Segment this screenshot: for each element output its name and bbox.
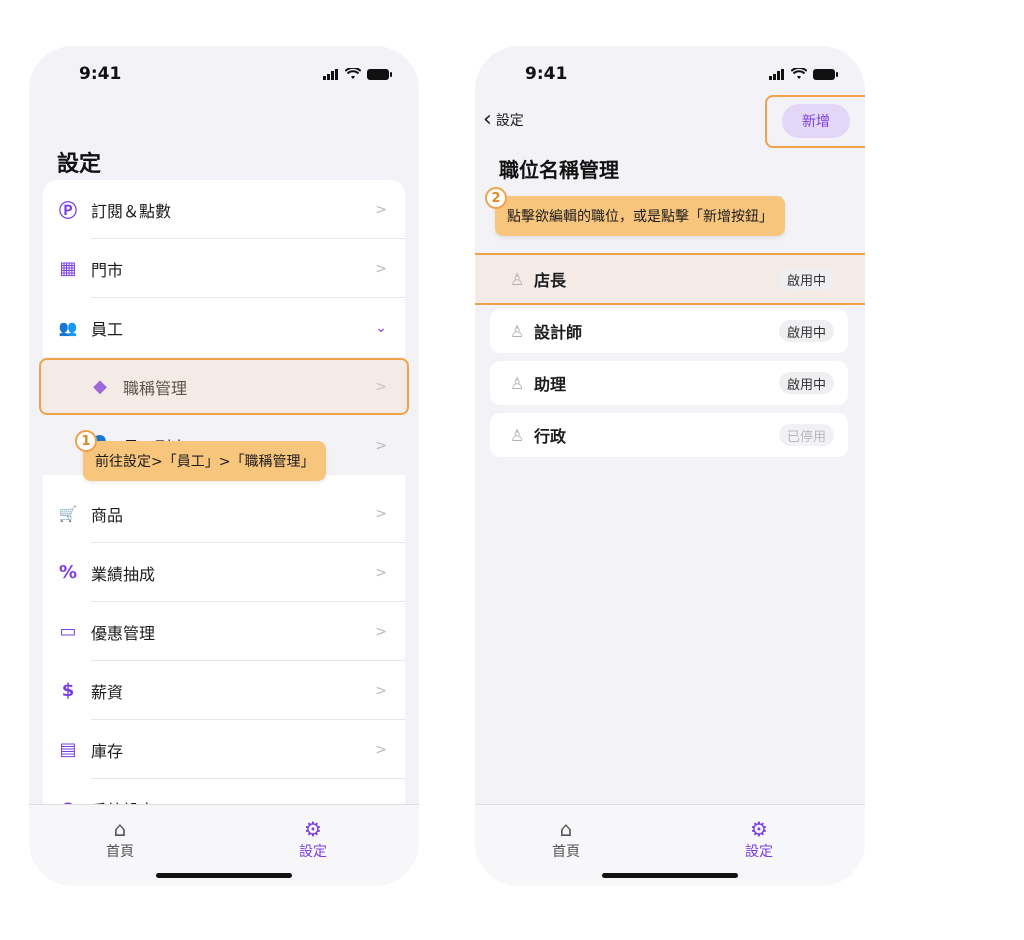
home-icon: ⌂ [559, 817, 573, 841]
job-row-designer[interactable]: ♙ 設計師 啟用中 [490, 309, 848, 353]
person-icon: ♙ [510, 425, 525, 445]
tab-bar: ⌂ 首頁 ⚙ 設定 [29, 804, 419, 886]
step-2-tooltip: 點擊欲編輯的職位，或是點擊「新增按鈕」 [495, 196, 785, 236]
settings-screen: 9:41 設定 Ⓟ 訂閱＆點數 > ▦ 門市 > 👥 員工 ⌄ ◆ 職稱管理 >… [29, 46, 419, 886]
salary-icon: $ [61, 680, 75, 701]
person-icon: ♙ [510, 269, 525, 289]
job-row-admin[interactable]: ♙ 行政 已停用 [490, 413, 848, 457]
battery-icon [813, 68, 838, 80]
settings-item-label: 薪資 [91, 682, 124, 702]
cart-icon: 🛒 [58, 504, 78, 523]
person-icon: ♙ [510, 321, 525, 341]
settings-item-label: 業績抽成 [91, 564, 156, 584]
settings-item-label: 訂閱＆點數 [91, 201, 172, 221]
status-badge: 啟用中 [778, 320, 834, 342]
chevron-right-icon: > [375, 564, 387, 581]
status-badge: 啟用中 [778, 268, 834, 290]
tab-settings[interactable]: ⚙ 設定 [719, 817, 799, 861]
percent-icon: % [58, 562, 78, 583]
ticket-icon: ▭ [59, 621, 77, 642]
add-button-highlight [765, 95, 865, 148]
job-titles-highlight [39, 358, 409, 415]
back-button[interactable]: ‹ 設定 [483, 107, 524, 132]
step-1-badge: 1 [75, 430, 97, 452]
step-1-tooltip: 前往設定>「員工」>「職稱管理」 [83, 441, 327, 481]
store-icon: ▦ [59, 258, 77, 279]
chevron-right-icon: > [375, 201, 387, 218]
step-2-badge: 2 [485, 187, 507, 209]
chevron-right-icon: > [375, 505, 387, 522]
status-badge: 啟用中 [778, 372, 834, 394]
back-label: 設定 [495, 113, 524, 129]
tab-home[interactable]: ⌂ 首頁 [80, 817, 160, 861]
settings-item-discounts[interactable]: ▭ 優惠管理 > [43, 602, 405, 661]
settings-item-products[interactable]: 🛒 商品 > [43, 484, 405, 543]
chevron-right-icon: > [375, 437, 387, 454]
wifi-icon [791, 68, 807, 79]
settings-item-store[interactable]: ▦ 門市 > [43, 239, 405, 298]
settings-item-inventory[interactable]: ▤ 庫存 > [43, 720, 405, 779]
settings-item-label: 商品 [91, 505, 124, 525]
settings-item-label: 門市 [91, 260, 124, 280]
settings-item-label: 優惠管理 [91, 623, 156, 643]
settings-item-label: 員工 [91, 319, 124, 339]
settings-item-label: 庫存 [91, 741, 124, 761]
chevron-right-icon: > [375, 741, 387, 758]
status-badge: 已停用 [778, 424, 834, 446]
status-time: 9:41 [525, 64, 568, 84]
status-bar: 9:41 [29, 46, 419, 102]
status-bar: 9:41 [475, 46, 865, 102]
chevron-right-icon: > [375, 682, 387, 699]
status-icons [323, 68, 392, 80]
chevron-left-icon: ‹ [483, 107, 492, 132]
job-row-assistant[interactable]: ♙ 助理 啟用中 [490, 361, 848, 405]
job-titles-screen: 9:41 ‹ 設定 新增 職位名稱管理 點擊欲編輯的職位，或是點擊「新增按鈕」 … [475, 46, 865, 886]
settings-list: Ⓟ 訂閱＆點數 > ▦ 門市 > 👥 員工 ⌄ ◆ 職稱管理 > 👤 員工列表 … [43, 180, 405, 886]
status-icons [769, 68, 838, 80]
chevron-down-icon: ⌄ [375, 319, 387, 336]
job-row-store-manager[interactable]: ♙ 店長 啟用中 [490, 257, 848, 301]
inventory-icon: ▤ [59, 739, 77, 760]
page-title: 設定 [57, 152, 102, 177]
signal-icon [323, 68, 338, 80]
gear-icon: ⚙ [304, 817, 322, 841]
gear-icon: ⚙ [750, 817, 768, 841]
points-icon: Ⓟ [59, 200, 77, 222]
staff-icon: 👥 [58, 318, 78, 337]
status-time: 9:41 [79, 64, 122, 84]
battery-icon [367, 68, 392, 80]
settings-item-salary[interactable]: $ 薪資 > [43, 661, 405, 720]
chevron-right-icon: > [375, 260, 387, 277]
home-indicator [602, 873, 738, 878]
home-indicator [156, 873, 292, 878]
page-title: 職位名稱管理 [499, 158, 619, 182]
settings-item-subscription[interactable]: Ⓟ 訂閱＆點數 > [43, 180, 405, 239]
home-icon: ⌂ [113, 817, 127, 841]
tab-settings[interactable]: ⚙ 設定 [273, 817, 353, 861]
chevron-right-icon: > [375, 623, 387, 640]
settings-item-staff[interactable]: 👥 員工 ⌄ [43, 298, 405, 357]
settings-item-commission[interactable]: % 業績抽成 > [43, 543, 405, 602]
signal-icon [769, 68, 784, 80]
person-icon: ♙ [510, 373, 525, 393]
tab-home[interactable]: ⌂ 首頁 [526, 817, 606, 861]
tab-bar: ⌂ 首頁 ⚙ 設定 [475, 804, 865, 886]
wifi-icon [345, 68, 361, 79]
